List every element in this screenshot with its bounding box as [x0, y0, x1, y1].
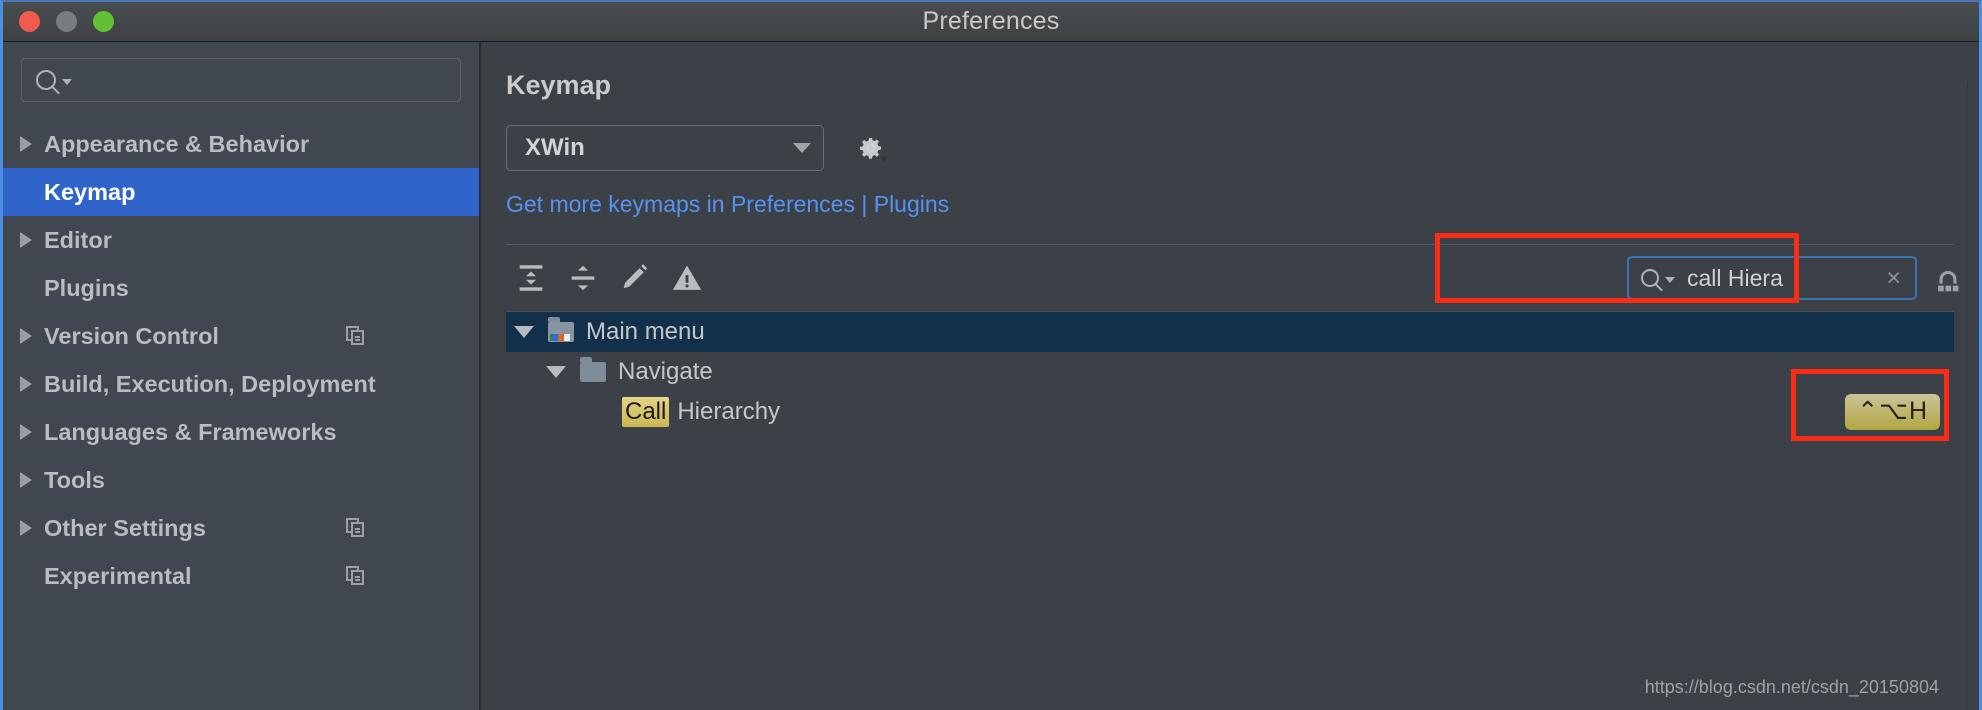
expand-arrow-icon[interactable]: [20, 328, 32, 344]
keymap-tree: Main menu Navigate Call Hierarchy ⌃⌥H: [506, 311, 1954, 710]
sidebar-item-label: Experimental: [44, 562, 192, 589]
copy-icon[interactable]: [346, 326, 366, 346]
sidebar-item-plugins[interactable]: Plugins: [3, 264, 479, 312]
chevron-down-icon: [1665, 277, 1675, 283]
copy-icon[interactable]: [346, 518, 366, 538]
keymap-select[interactable]: XWin: [506, 125, 824, 171]
collapse-all-button[interactable]: [557, 258, 609, 298]
sidebar-item-other-settings[interactable]: Other Settings: [3, 504, 479, 552]
sidebar-item-version-control[interactable]: Version Control: [3, 312, 479, 360]
keymap-selector-row: XWin: [481, 101, 1979, 171]
window-title: Preferences: [922, 7, 1060, 35]
window-body: Appearance & Behavior Keymap Editor Plug…: [3, 42, 1979, 710]
tree-row-label: Hierarchy: [677, 398, 781, 425]
expand-arrow-icon[interactable]: [20, 424, 32, 440]
search-icon: [36, 70, 56, 90]
expand-arrow-icon[interactable]: [20, 232, 32, 248]
edit-shortcut-button[interactable]: [609, 258, 661, 298]
clear-search-icon[interactable]: ×: [1882, 265, 1905, 291]
keymap-panel: Keymap XWin Get more keymaps in Preferen…: [481, 42, 1979, 710]
keymap-filter-zone: call Hiera ×: [1627, 245, 1979, 311]
search-icon: [1641, 269, 1659, 287]
watermark: https://blog.csdn.net/csdn_20150804: [1644, 677, 1939, 697]
folder-icon: [580, 357, 606, 382]
sidebar-item-label: Tools: [44, 466, 105, 493]
sidebar-item-experimental[interactable]: Experimental: [3, 552, 479, 600]
title-bar: Preferences: [3, 2, 1979, 42]
tree-row-label: Navigate: [618, 358, 713, 385]
sidebar-item-label: Appearance & Behavior: [44, 130, 310, 157]
page-title: Keymap: [506, 70, 612, 100]
sidebar-item-label: Version Control: [44, 322, 219, 349]
sidebar-search-input[interactable]: [21, 58, 461, 102]
minimize-button[interactable]: [56, 11, 77, 32]
shortcut-badge: ⌃⌥H: [1845, 394, 1940, 430]
expand-arrow-icon[interactable]: [20, 472, 32, 488]
sidebar-item-label: Other Settings: [44, 514, 206, 541]
sidebar-nav-list: Appearance & Behavior Keymap Editor Plug…: [3, 120, 479, 600]
keymap-search-input[interactable]: call Hiera ×: [1627, 256, 1917, 300]
conflicts-warning-icon[interactable]: [661, 258, 713, 298]
sidebar-item-label: Plugins: [44, 274, 129, 301]
copy-icon[interactable]: [346, 566, 366, 586]
chevron-down-icon: [62, 79, 72, 85]
tree-row-match-highlight: Call: [622, 397, 670, 427]
get-more-keymaps-link[interactable]: Get more keymaps in Preferences | Plugin…: [481, 171, 1979, 218]
sidebar-item-appearance-behavior[interactable]: Appearance & Behavior: [3, 120, 479, 168]
sidebar-item-languages-frameworks[interactable]: Languages & Frameworks: [3, 408, 479, 456]
keymap-select-value: XWin: [525, 134, 585, 161]
tree-row-main-menu[interactable]: Main menu: [506, 312, 1954, 352]
sidebar-item-build-execution-deployment[interactable]: Build, Execution, Deployment: [3, 360, 479, 408]
sidebar-item-label: Build, Execution, Deployment: [44, 370, 376, 397]
sidebar-item-label: Editor: [44, 226, 112, 253]
chevron-down-icon[interactable]: [546, 366, 566, 378]
zoom-button[interactable]: [93, 11, 114, 32]
close-button[interactable]: [19, 11, 40, 32]
settings-sidebar: Appearance & Behavior Keymap Editor Plug…: [3, 42, 481, 710]
expand-arrow-icon[interactable]: [20, 520, 32, 536]
sidebar-item-tools[interactable]: Tools: [3, 456, 479, 504]
tree-row-call-hierarchy[interactable]: Call Hierarchy ⌃⌥H: [506, 392, 1954, 432]
sidebar-item-editor[interactable]: Editor: [3, 216, 479, 264]
expand-arrow-icon[interactable]: [20, 136, 32, 152]
sidebar-item-label: Keymap: [44, 178, 136, 205]
keymap-search-value: call Hiera: [1687, 264, 1783, 291]
preferences-window: Preferences Appearance & Behavior Keymap…: [0, 0, 1982, 710]
tree-row-navigate[interactable]: Navigate: [506, 352, 1954, 392]
chevron-down-icon[interactable]: [514, 326, 534, 338]
filter-by-shortcut-icon[interactable]: [1931, 261, 1965, 295]
main-menu-icon: [548, 317, 574, 342]
sidebar-item-label: Languages & Frameworks: [44, 418, 337, 445]
chevron-down-icon: [793, 143, 811, 153]
vertical-scrollbar[interactable]: [1967, 82, 1979, 710]
window-controls: [3, 11, 114, 32]
tree-row-label: Main menu: [586, 318, 705, 345]
expand-all-button[interactable]: [505, 258, 557, 298]
gear-icon[interactable]: [856, 133, 886, 163]
sidebar-item-keymap[interactable]: Keymap: [3, 168, 479, 216]
expand-arrow-icon[interactable]: [20, 376, 32, 392]
sidebar-search-wrap: [3, 42, 479, 112]
keymap-toolbar: call Hiera ×: [481, 245, 1979, 311]
